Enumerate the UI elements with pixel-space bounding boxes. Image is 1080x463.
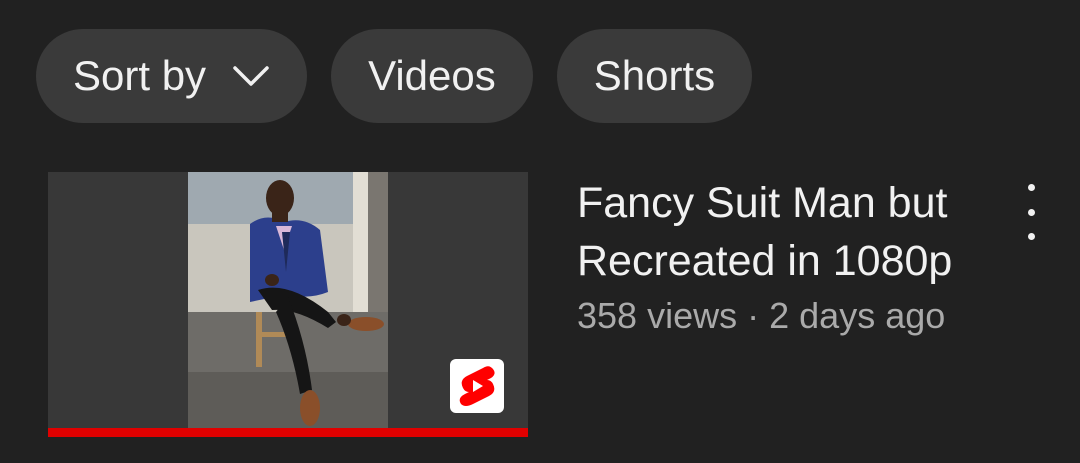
more-vert-icon[interactable] bbox=[1016, 184, 1046, 240]
video-title[interactable]: Fancy Suit Man but Recreated in 1080p bbox=[577, 174, 1017, 290]
watch-progress-bar bbox=[48, 428, 528, 437]
video-list-item[interactable]: Fancy Suit Man but Recreated in 1080p 35… bbox=[48, 172, 1048, 437]
video-stats: 358 views · 2 days ago bbox=[577, 291, 1017, 341]
video-thumbnail[interactable] bbox=[48, 172, 528, 437]
chevron-down-icon bbox=[232, 65, 270, 87]
filter-chips: Sort by Videos Shorts bbox=[36, 29, 753, 123]
view-count: 358 views bbox=[577, 295, 738, 336]
meta-separator: · bbox=[747, 295, 760, 336]
video-meta: Fancy Suit Man but Recreated in 1080p 35… bbox=[577, 172, 1017, 341]
shorts-label: Shorts bbox=[593, 52, 716, 99]
shorts-chip[interactable]: Shorts bbox=[556, 29, 753, 123]
thumbnail-photo bbox=[188, 172, 388, 428]
sort-by-chip[interactable]: Sort by bbox=[36, 29, 308, 123]
videos-chip[interactable]: Videos bbox=[331, 29, 533, 123]
videos-label: Videos bbox=[368, 52, 496, 99]
shorts-logo-icon bbox=[450, 359, 504, 413]
upload-age: 2 days ago bbox=[769, 295, 946, 336]
sort-by-label: Sort by bbox=[73, 52, 207, 99]
